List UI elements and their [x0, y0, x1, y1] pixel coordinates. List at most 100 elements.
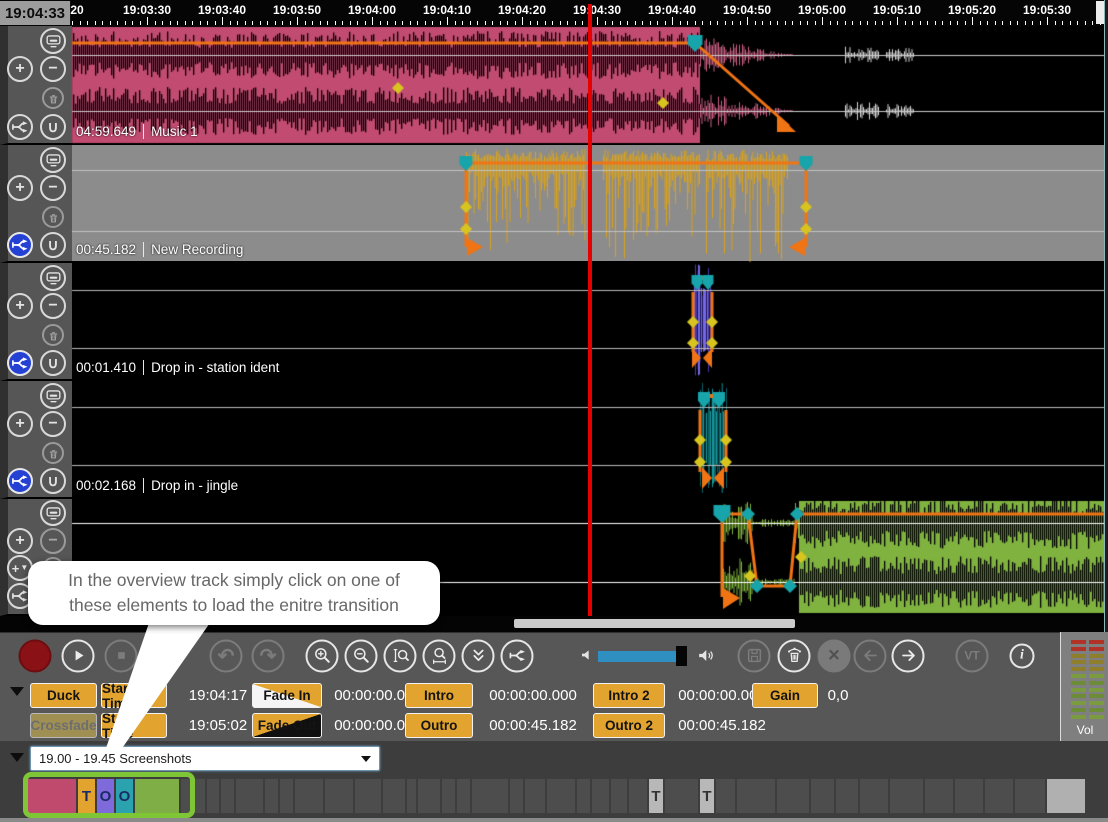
vu-meter-bar [1089, 654, 1104, 658]
overview-element[interactable] [737, 779, 775, 813]
scrollbar-thumb[interactable] [514, 619, 795, 628]
track-duration: 00:01.410 [76, 360, 136, 375]
overview-element[interactable] [383, 779, 405, 813]
zoom-cursor-button[interactable] [384, 639, 417, 672]
vu-meter-panel: Vol [1060, 632, 1108, 741]
outro2-value: 00:00:45.182 [670, 713, 774, 738]
zoom-in-button[interactable] [306, 639, 339, 672]
overview-element[interactable] [577, 779, 590, 813]
overview-element[interactable] [525, 779, 545, 813]
overview-element[interactable] [407, 779, 416, 813]
vu-meter-bar [1071, 701, 1086, 705]
tooltip-text-line2: these elements to load the enitre transi… [69, 593, 399, 618]
overview-element[interactable] [777, 779, 809, 813]
save-button[interactable] [738, 639, 771, 672]
overview-element[interactable] [860, 779, 888, 813]
tooltip-bubble: In the overview track simply click on on… [28, 561, 440, 625]
overview-element[interactable] [280, 779, 293, 813]
collapse-all-button[interactable] [462, 639, 495, 672]
speaker-icon[interactable] [696, 646, 715, 670]
vu-meter-bar [1071, 660, 1086, 664]
overview-element[interactable] [665, 779, 698, 813]
track-name: Drop in - station ident [143, 360, 279, 375]
tooltip-tail [0, 620, 300, 756]
vu-meter-bar [1071, 674, 1086, 678]
overview-element[interactable] [472, 779, 508, 813]
outro-value: 00:00:45.182 [478, 713, 588, 738]
tooltip-text-line1: In the overview track simply click on on… [68, 568, 400, 593]
intro-value: 00:00:00.000 [478, 683, 588, 708]
info-button[interactable]: i [1010, 643, 1035, 668]
gain-button[interactable]: Gain [752, 683, 818, 708]
track-duration: 00:45.182 [76, 242, 136, 257]
track-duration: 04:59.649 [76, 124, 136, 139]
overview-element[interactable] [295, 779, 323, 813]
outro-button[interactable]: Outro [405, 713, 473, 738]
overview-element[interactable] [510, 779, 523, 813]
merge-tracks-button[interactable] [501, 639, 534, 672]
vu-meter-bar [1071, 694, 1086, 698]
vu-meter-bar [1089, 715, 1104, 719]
track-duration: 00:02.168 [76, 478, 136, 493]
overview-element[interactable] [716, 779, 735, 813]
overview-element[interactable] [629, 779, 647, 813]
volume-slider-handle[interactable] [676, 646, 687, 666]
overview-element[interactable] [457, 779, 470, 813]
volume-slider[interactable] [598, 651, 678, 662]
zoom-out-button[interactable] [345, 639, 378, 672]
mute-icon[interactable] [578, 647, 594, 668]
overview-element[interactable] [985, 779, 1013, 813]
overview-element[interactable] [811, 779, 834, 813]
vu-meter-bar [1089, 640, 1104, 644]
multitrack-editor-window: { "window": { "current_time": "19:04:33"… [0, 0, 1108, 822]
playback-cursor[interactable] [588, 4, 592, 616]
overview-element[interactable] [355, 779, 381, 813]
overview-element[interactable] [925, 779, 953, 813]
vu-meter-bar [1089, 708, 1104, 712]
overview-element[interactable] [836, 779, 858, 813]
vu-meter-bar [1089, 667, 1104, 671]
vu-meter-bar [1071, 654, 1086, 658]
overview-element[interactable] [418, 779, 440, 813]
vu-meter-bar [1071, 681, 1086, 685]
overview-element[interactable] [592, 779, 609, 813]
overview-element[interactable] [890, 779, 923, 813]
vu-meter-bar [1089, 660, 1104, 664]
previous-button[interactable] [854, 639, 887, 672]
vu-meter-label: Vol [1061, 723, 1108, 737]
overview-element[interactable] [442, 779, 455, 813]
vu-meter-bar [1071, 708, 1086, 712]
overview-element[interactable] [1047, 779, 1085, 813]
window-right-edge [1104, 0, 1108, 632]
vu-meter-bar [1089, 681, 1104, 685]
discard-all-button[interactable] [778, 639, 811, 672]
next-button[interactable] [892, 639, 925, 672]
chevron-down-icon [361, 756, 371, 762]
vu-meter-bar [1089, 694, 1104, 698]
track-name: Music 1 [143, 124, 198, 139]
intro-button[interactable]: Intro [405, 683, 473, 708]
overview-element-t[interactable]: T [700, 779, 714, 813]
vu-meter-bar [1089, 674, 1104, 678]
zoom-selection-button[interactable] [423, 639, 456, 672]
vu-meter-bar [1089, 701, 1104, 705]
track-name: New Recording [143, 242, 243, 257]
vu-meter-bar [1071, 640, 1086, 644]
overview-element[interactable] [1015, 779, 1045, 813]
overview-element[interactable] [325, 779, 353, 813]
vu-meter-bar [1071, 647, 1086, 651]
vu-meter-bar [1089, 647, 1104, 651]
vu-meter-bar [1071, 667, 1086, 671]
intro2-button[interactable]: Intro 2 [593, 683, 665, 708]
cancel-button[interactable]: × [818, 639, 851, 672]
overview-element[interactable] [547, 779, 575, 813]
overview-element[interactable] [955, 779, 983, 813]
vu-meter-bar [1071, 688, 1086, 692]
vu-meter-bar [1071, 715, 1086, 719]
vu-meter-bar [1089, 688, 1104, 692]
voice-track-button[interactable]: VT [956, 639, 989, 672]
outro2-button[interactable]: Outro 2 [593, 713, 665, 738]
track-name: Drop in - jingle [143, 478, 238, 493]
overview-element[interactable] [611, 779, 627, 813]
overview-element-t[interactable]: T [649, 779, 663, 813]
